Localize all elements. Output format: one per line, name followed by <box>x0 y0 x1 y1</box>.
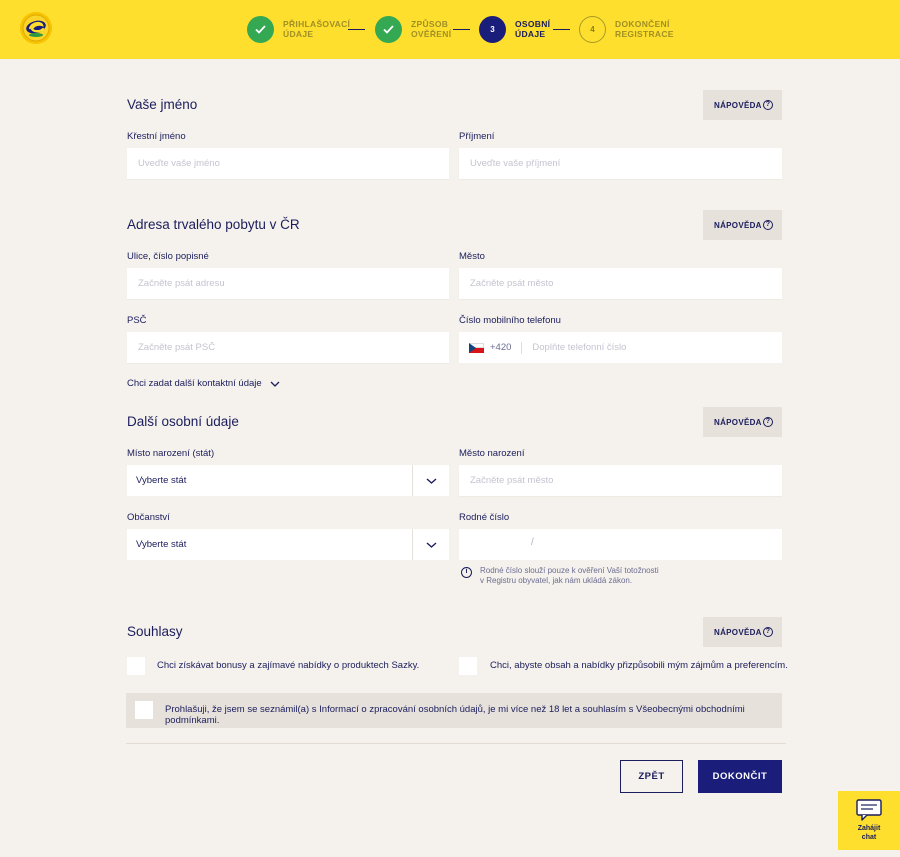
step-connector <box>348 29 365 30</box>
check-icon <box>247 15 274 43</box>
help-button[interactable]: NÁPOVĚDA ? <box>703 617 782 647</box>
sazka-logo[interactable] <box>19 11 53 45</box>
step-login-label: PŘIHLAŠOVACÍ ÚDAJE <box>283 19 351 39</box>
check-icon <box>375 15 402 43</box>
last-name-label: Příjmení <box>459 131 495 142</box>
more-contact-toggle[interactable]: Chci zadat další kontaktní údaje <box>127 378 280 389</box>
step-number: 3 <box>479 15 506 43</box>
help-button[interactable]: NÁPOVĚDA ? <box>703 90 782 120</box>
terms-consent-box: Prohlašuji, že jsem se seznámil(a) s Inf… <box>126 693 782 728</box>
birth-city-input[interactable] <box>459 465 782 496</box>
finish-button[interactable]: DOKONČIT <box>698 760 782 793</box>
citizenship-label: Občanství <box>127 512 170 523</box>
zip-input[interactable] <box>127 332 449 363</box>
step-completion-label: DOKONČENÍ REGISTRACE <box>615 19 674 39</box>
city-input[interactable] <box>459 268 782 299</box>
more-contact-label: Chci zadat další kontaktní údaje <box>127 378 262 389</box>
chevron-down-icon <box>270 381 280 387</box>
step-connector <box>553 29 570 30</box>
zip-label: PSČ <box>127 315 147 326</box>
help-button[interactable]: NÁPOVĚDA ? <box>703 210 782 240</box>
birth-number-field[interactable]: / <box>459 529 782 560</box>
step-number: 4 <box>579 15 606 43</box>
chat-widget[interactable]: Zahájit chat <box>838 791 900 850</box>
chat-label: Zahájit chat <box>857 825 881 841</box>
header: PŘIHLAŠOVACÍ ÚDAJE ZPŮSOB OVĚŘENÍ 3 OSOB… <box>0 0 900 59</box>
step-verification-label: ZPŮSOB OVĚŘENÍ <box>411 19 452 39</box>
birth-number-info-text: Rodné číslo slouží pouze k ověření Vaší … <box>480 566 659 585</box>
street-input[interactable] <box>127 268 449 299</box>
birth-number-separator: / <box>531 537 534 548</box>
street-label: Ulice, číslo popisné <box>127 251 209 262</box>
city-label: Město <box>459 251 485 262</box>
step-verification: ZPŮSOB OVĚŘENÍ <box>375 15 451 43</box>
personalize-consent-label: Chci, abyste obsah a nabídky přizpůsobil… <box>490 660 788 671</box>
divider <box>521 341 523 354</box>
question-icon: ? <box>763 220 773 230</box>
help-button-label: NÁPOVĚDA <box>714 220 762 230</box>
divider <box>126 743 786 744</box>
birth-number-label: Rodné číslo <box>459 512 510 523</box>
phone-input[interactable] <box>532 342 772 353</box>
section-title-name: Vaše jméno <box>127 97 198 112</box>
citizenship-select[interactable]: Vyberte stát <box>127 529 449 560</box>
chevron-down-icon[interactable] <box>412 465 449 496</box>
step-login: PŘIHLAŠOVACÍ ÚDAJE <box>247 15 350 43</box>
terms-consent-label: Prohlašuji, že jsem se seznámil(a) s Inf… <box>165 704 745 726</box>
birth-number-info: i Rodné číslo slouží pouze k ověření Vaš… <box>461 566 659 586</box>
first-name-input[interactable] <box>127 148 449 179</box>
back-button[interactable]: ZPĚT <box>620 760 683 793</box>
birth-city-label: Město narození <box>459 448 525 459</box>
step-completion: 4 DOKONČENÍ REGISTRACE <box>579 15 674 43</box>
step-personal-label: OSOBNÍ ÚDAJE <box>515 19 551 39</box>
birth-country-select[interactable]: Vyberte stát <box>127 465 449 496</box>
step-connector <box>453 29 470 30</box>
personalize-consent-checkbox[interactable] <box>459 657 477 675</box>
chevron-down-icon[interactable] <box>412 529 449 560</box>
czech-flag-icon[interactable] <box>469 342 484 353</box>
chat-bubble-icon <box>856 799 882 821</box>
help-button[interactable]: NÁPOVĚDA ? <box>703 407 782 437</box>
question-icon: ? <box>763 417 773 427</box>
question-icon: ? <box>763 627 773 637</box>
birth-country-value: Vyberte stát <box>136 475 187 486</box>
section-title-address: Adresa trvalého pobytu v ČR <box>127 217 300 232</box>
info-icon: i <box>461 567 472 578</box>
section-title-consents: Souhlasy <box>127 624 183 639</box>
help-button-label: NÁPOVĚDA <box>714 100 762 110</box>
step-personal: 3 OSOBNÍ ÚDAJE <box>479 15 550 43</box>
birth-country-label: Místo narození (stát) <box>127 448 215 459</box>
section-title-personal: Další osobní údaje <box>127 414 239 429</box>
help-button-label: NÁPOVĚDA <box>714 627 762 637</box>
terms-consent-checkbox[interactable] <box>135 701 153 719</box>
phone-field: +420 <box>459 332 782 363</box>
first-name-label: Křestní jméno <box>127 131 186 142</box>
citizenship-value: Vyberte stát <box>136 539 187 550</box>
phone-prefix[interactable]: +420 <box>490 342 511 353</box>
question-icon: ? <box>763 100 773 110</box>
phone-label: Číslo mobilního telefonu <box>459 315 561 326</box>
last-name-input[interactable] <box>459 148 782 179</box>
help-button-label: NÁPOVĚDA <box>714 417 762 427</box>
bonus-consent-label: Chci získávat bonusy a zajímavé nabídky … <box>157 660 420 671</box>
bonus-consent-checkbox[interactable] <box>127 657 145 675</box>
